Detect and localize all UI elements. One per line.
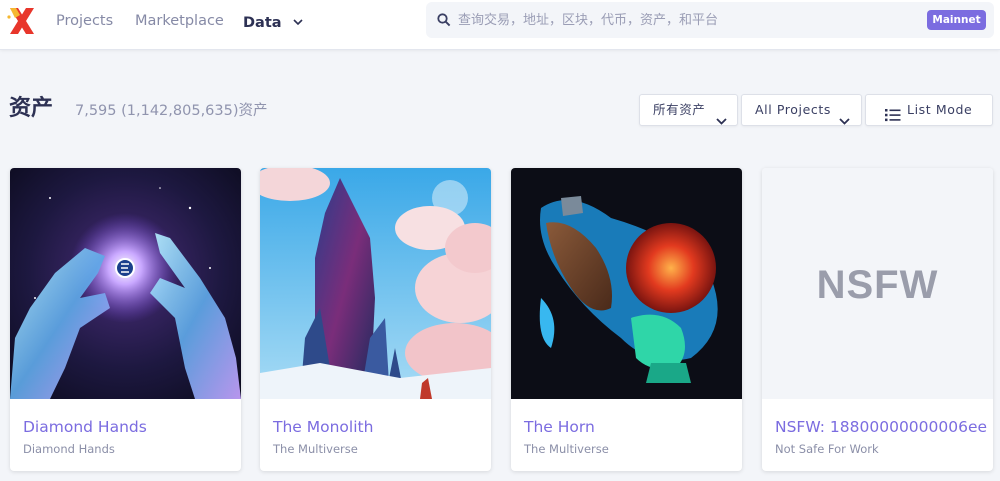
- asset-name[interactable]: Diamond Hands: [23, 417, 147, 437]
- asset-name[interactable]: The Monolith: [273, 417, 373, 437]
- search-input[interactable]: [458, 8, 908, 32]
- network-badge[interactable]: Mainnet: [927, 10, 986, 30]
- asset-card[interactable]: NSFW NSFW: 18800000000006ee Not Safe For…: [762, 168, 993, 471]
- asset-name[interactable]: The Horn: [524, 417, 595, 437]
- nsfw-placeholder-text: NSFW: [816, 263, 939, 307]
- asset-collection: Not Safe For Work: [775, 442, 879, 456]
- chevron-down-icon: [716, 106, 727, 136]
- asset-card[interactable]: Diamond Hands Diamond Hands: [10, 168, 241, 471]
- list-icon: [885, 103, 901, 133]
- view-mode-label: List Mode: [907, 102, 973, 117]
- nsfw-placeholder-image: NSFW: [762, 168, 993, 399]
- asset-type-dropdown[interactable]: 所有资产: [639, 94, 738, 126]
- asset-image: [10, 168, 241, 399]
- nav-projects[interactable]: Projects: [56, 12, 113, 30]
- asset-type-label: 所有资产: [653, 102, 706, 117]
- nav-data-label: Data: [243, 15, 282, 31]
- asset-collection: The Multiverse: [273, 442, 358, 456]
- chevron-down-icon: [293, 12, 303, 30]
- projects-filter-dropdown[interactable]: All Projects: [741, 94, 862, 126]
- asset-name[interactable]: NSFW: 18800000000006ee: [775, 417, 987, 437]
- asset-card[interactable]: The Monolith The Multiverse: [260, 168, 491, 471]
- asset-collection: Diamond Hands: [23, 442, 115, 456]
- chevron-down-icon: [839, 106, 850, 136]
- top-navigation-bar: Projects Marketplace Data Mainnet: [0, 0, 1000, 50]
- search-icon: [437, 12, 451, 31]
- page-title: 资产: [9, 96, 54, 121]
- x-logo-icon[interactable]: [6, 6, 38, 38]
- asset-image: [260, 168, 491, 399]
- search-bar: Mainnet: [426, 2, 994, 38]
- projects-filter-label: All Projects: [755, 102, 831, 117]
- nav-data-dropdown[interactable]: Data: [243, 12, 303, 32]
- view-mode-button[interactable]: List Mode: [865, 94, 993, 126]
- asset-image: [511, 168, 742, 399]
- nav-marketplace[interactable]: Marketplace: [135, 12, 224, 30]
- asset-collection: The Multiverse: [524, 442, 609, 456]
- asset-card[interactable]: The Horn The Multiverse: [511, 168, 742, 471]
- asset-count: 7,595 (1,142,805,635)资产: [75, 103, 268, 119]
